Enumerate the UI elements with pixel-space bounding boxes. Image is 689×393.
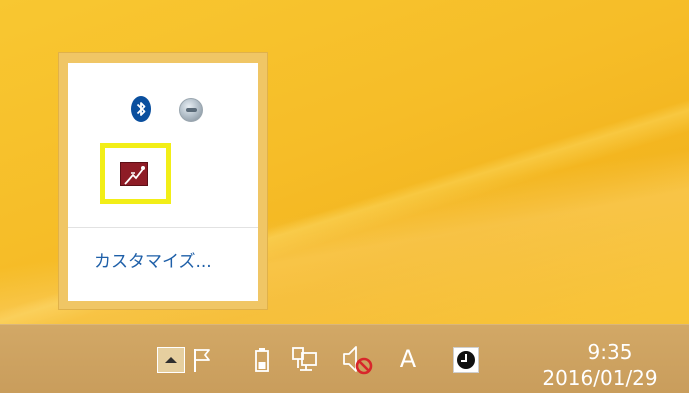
clock-app-square (453, 347, 479, 373)
clock-date[interactable]: 2016/01/29 (520, 366, 680, 390)
overflow-panel-body: カスタマイズ... (68, 63, 258, 301)
app-icon[interactable] (119, 162, 149, 186)
chevron-up-icon (165, 357, 177, 363)
network-icon[interactable] (291, 344, 321, 374)
clock-app-icon[interactable] (452, 346, 480, 374)
action-center-flag-icon[interactable] (192, 345, 214, 375)
sync-disc (179, 98, 203, 122)
clock-dial (457, 351, 475, 369)
ime-icon[interactable]: A (397, 343, 419, 375)
show-hidden-icons-button[interactable] (157, 347, 185, 373)
taskbar: A 9:35 2016/01/29 (0, 324, 689, 393)
clock-time[interactable]: 9:35 (540, 340, 680, 364)
notification-overflow-panel: カスタマイズ... (58, 52, 268, 310)
volume-muted-icon[interactable] (340, 342, 374, 376)
app-icon-square (120, 162, 148, 186)
panel-divider (68, 227, 258, 228)
bluetooth-glyph (131, 96, 151, 122)
bluetooth-icon[interactable] (128, 96, 154, 122)
sync-icon[interactable] (178, 97, 204, 123)
battery-icon[interactable] (253, 345, 271, 375)
customize-link[interactable]: カスタマイズ... (94, 247, 212, 272)
